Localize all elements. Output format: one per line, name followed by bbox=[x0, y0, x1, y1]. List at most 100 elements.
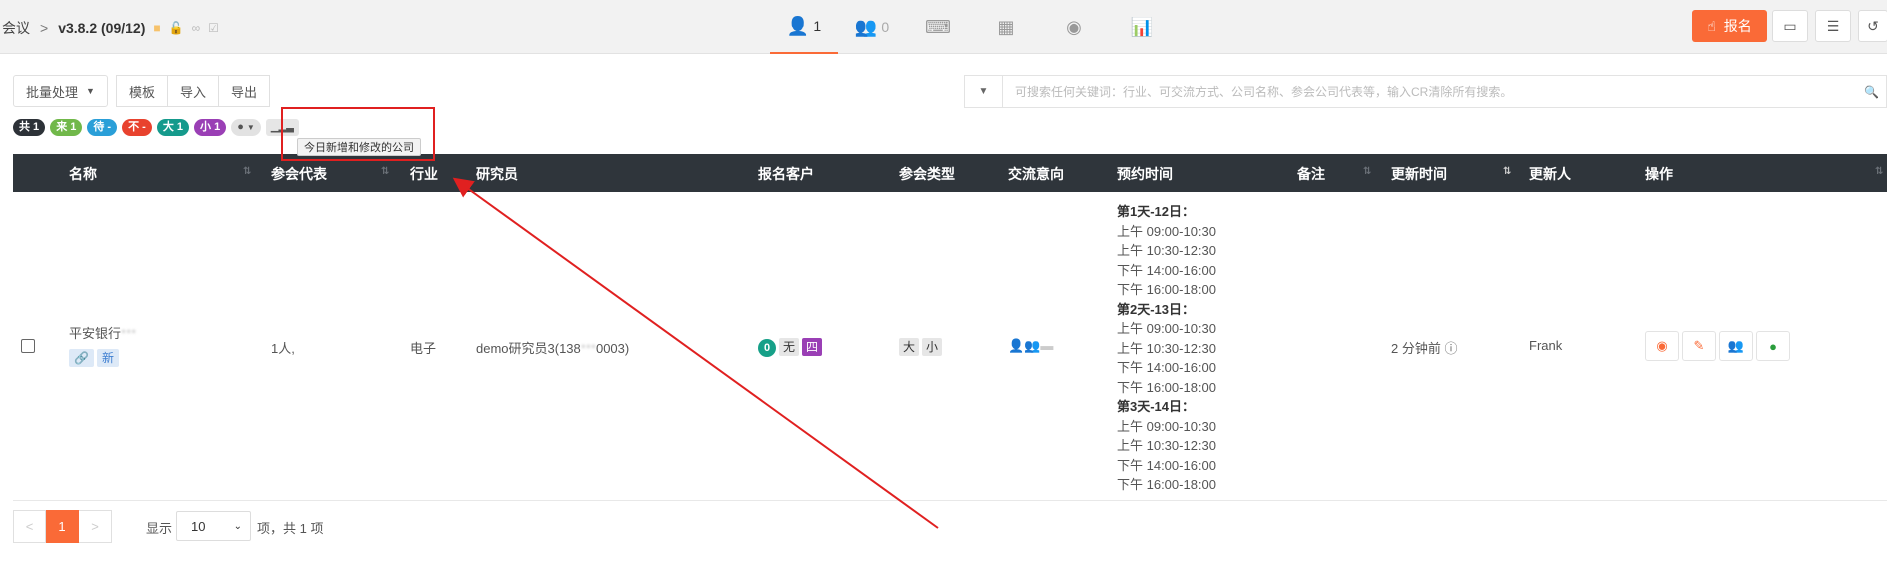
sort-icon[interactable]: ⇅ bbox=[1875, 166, 1883, 177]
caret-down-icon: ▼ bbox=[86, 86, 95, 96]
wechat-filter-dropdown[interactable]: ● ▼ bbox=[231, 119, 261, 136]
batch-button[interactable]: 批量处理 ▼ bbox=[13, 75, 108, 107]
edit-button[interactable]: ✎ bbox=[1682, 331, 1716, 361]
filter-badge[interactable]: 待 - bbox=[87, 119, 118, 136]
link-icon[interactable]: 🔗 bbox=[69, 349, 94, 367]
view-button[interactable]: ◉ bbox=[1645, 331, 1679, 361]
filter-badge[interactable]: 来 1 bbox=[50, 119, 83, 136]
monitor-button[interactable]: ▭ bbox=[1772, 10, 1808, 42]
checkbox-icon[interactable]: ☑ bbox=[208, 21, 219, 35]
prev-page-button[interactable]: < bbox=[13, 510, 46, 543]
tab-chart[interactable]: 📊 bbox=[1110, 0, 1178, 54]
show-label: 显示 bbox=[146, 521, 173, 536]
col-industry[interactable]: 行业 bbox=[410, 164, 438, 184]
file-button-group: 模板 导入 导出 bbox=[115, 75, 270, 107]
tab-keyboard[interactable]: ⌨ bbox=[906, 0, 974, 54]
search-input[interactable] bbox=[1003, 76, 1864, 107]
next-page-button[interactable]: > bbox=[79, 510, 112, 543]
caret-down-icon: ▼ bbox=[978, 86, 989, 97]
schedule-slot: 上午 09:00-10:30 bbox=[1117, 418, 1217, 434]
action-toolbar: 批量处理 ▼ 模板 导入 导出 bbox=[13, 75, 270, 107]
schedule-slot: 下午 16:00-18:00 bbox=[1117, 379, 1217, 395]
video-icon: ▬ bbox=[1040, 338, 1054, 353]
handshake-icon[interactable]: ∞ bbox=[192, 21, 201, 35]
col-updater[interactable]: 更新人 bbox=[1529, 164, 1571, 184]
col-updated[interactable]: 更新时间 bbox=[1391, 164, 1447, 184]
keyboard-icon: ⌨ bbox=[925, 16, 951, 37]
unlock-icon[interactable]: 🔓 bbox=[169, 21, 184, 35]
breadcrumb-root[interactable]: 会议 bbox=[2, 18, 30, 38]
users-icon: 👥 bbox=[1024, 338, 1041, 353]
company-name-blurred: *** bbox=[121, 326, 137, 341]
sort-icon[interactable]: ⇅ bbox=[1363, 166, 1371, 177]
tooltip: 今日新增和修改的公司 bbox=[297, 138, 421, 156]
filter-badge[interactable]: 不 - bbox=[122, 119, 152, 136]
col-researcher[interactable]: 研究员 bbox=[476, 164, 518, 184]
col-time[interactable]: 预约时间 bbox=[1117, 164, 1173, 184]
clients-four-tag[interactable]: 四 bbox=[802, 338, 823, 356]
group-icon: 👥 bbox=[854, 16, 878, 37]
import-button[interactable]: 导入 bbox=[166, 75, 218, 107]
clients-none-tag[interactable]: 无 bbox=[779, 338, 800, 356]
undo-button[interactable]: ↺ bbox=[1858, 10, 1887, 42]
page-size-select[interactable]: 10 ⌄ bbox=[176, 511, 251, 541]
pagination: < 1 > bbox=[13, 510, 112, 543]
tab-count: 0 bbox=[881, 19, 890, 35]
company-name[interactable]: 平安银行 bbox=[69, 326, 121, 341]
col-intent[interactable]: 交流意向 bbox=[1008, 164, 1064, 184]
updated-cell: 2 分钟前 ⓘ bbox=[1391, 338, 1457, 357]
page-size-value: 10 bbox=[191, 518, 206, 534]
col-remark[interactable]: 备注 bbox=[1297, 164, 1325, 184]
filter-badge[interactable]: 共 1 bbox=[13, 119, 46, 136]
monitor-icon: ▭ bbox=[1783, 17, 1797, 34]
type-small-tag[interactable]: 小 bbox=[922, 338, 943, 356]
top-tabs: 👤 1 👥 0 ⌨ ▦ ◉ 📊 bbox=[770, 0, 1178, 54]
sliders-icon: ☰ bbox=[1826, 17, 1840, 34]
signup-button[interactable]: ☝ 报名 bbox=[1692, 10, 1767, 42]
updated-time: 2 分钟前 bbox=[1391, 341, 1441, 356]
batch-label: 批量处理 bbox=[26, 84, 79, 100]
col-clients[interactable]: 报名客户 bbox=[758, 164, 814, 184]
filter-badge[interactable]: 小 1 bbox=[194, 119, 227, 136]
template-button[interactable]: 模板 bbox=[115, 75, 167, 107]
chevron-down-icon: ⌄ bbox=[233, 520, 242, 532]
top-bar: 会议 > v3.8.2 (09/12) ■ 🔓 ∞ ☑ 👤 1 👥 0 ⌨ ▦ ◉ 📊 ☝ 报… bbox=[0, 0, 1887, 54]
col-name[interactable]: 名称 bbox=[69, 164, 97, 184]
tab-webcam[interactable]: ◉ bbox=[1042, 0, 1110, 54]
search-bar: ▼ 🔍 bbox=[964, 75, 1887, 108]
members-button[interactable]: 👥 bbox=[1719, 331, 1753, 361]
schedule-day: 第1天-12日： bbox=[1117, 204, 1196, 219]
bookmark-icon[interactable]: ■ bbox=[153, 21, 160, 35]
clients-count-badge[interactable]: 0 bbox=[758, 339, 776, 357]
col-rep[interactable]: 参会代表 bbox=[271, 164, 327, 184]
sort-icon[interactable]: ⇅ bbox=[381, 166, 389, 177]
tab-group[interactable]: 👥 0 bbox=[838, 0, 906, 54]
type-cell: 大小 bbox=[899, 338, 945, 356]
intent-cell: 👤👥▬ bbox=[1008, 338, 1053, 354]
row-checkbox[interactable] bbox=[21, 339, 35, 353]
page-1-button[interactable]: 1 bbox=[46, 510, 79, 543]
calculator-icon: ▦ bbox=[997, 16, 1015, 37]
hand-pointer-icon: ☝ bbox=[1707, 17, 1716, 34]
search-filter-dropdown[interactable]: ▼ bbox=[965, 76, 1003, 107]
company-cell: 平安银行*** bbox=[69, 323, 136, 342]
wechat-button[interactable]: ● bbox=[1756, 331, 1790, 361]
signup-label: 报名 bbox=[1723, 18, 1752, 34]
chart-icon: 📊 bbox=[1130, 16, 1154, 37]
breadcrumb: 会议 > v3.8.2 (09/12) ■ 🔓 ∞ ☑ bbox=[2, 18, 219, 38]
schedule-slot: 上午 09:00-10:30 bbox=[1117, 321, 1217, 336]
info-icon[interactable]: ⓘ bbox=[1444, 341, 1457, 356]
sort-icon[interactable]: ⇅ bbox=[243, 166, 251, 177]
tab-person[interactable]: 👤 1 bbox=[770, 0, 838, 54]
researcher-phone-blur: *** bbox=[580, 341, 596, 356]
export-button[interactable]: 导出 bbox=[217, 75, 270, 107]
person-icon: 👤 bbox=[786, 15, 810, 36]
col-type[interactable]: 参会类型 bbox=[899, 164, 955, 184]
type-big-tag[interactable]: 大 bbox=[899, 338, 920, 356]
sort-desc-icon[interactable]: ⇅ bbox=[1503, 166, 1511, 177]
tab-calculator[interactable]: ▦ bbox=[974, 0, 1042, 54]
sliders-button[interactable]: ☰ bbox=[1815, 10, 1851, 42]
search-icon[interactable]: 🔍 bbox=[1864, 85, 1886, 99]
wechat-icon: ● bbox=[1769, 338, 1777, 354]
filter-badge[interactable]: 大 1 bbox=[156, 119, 190, 136]
